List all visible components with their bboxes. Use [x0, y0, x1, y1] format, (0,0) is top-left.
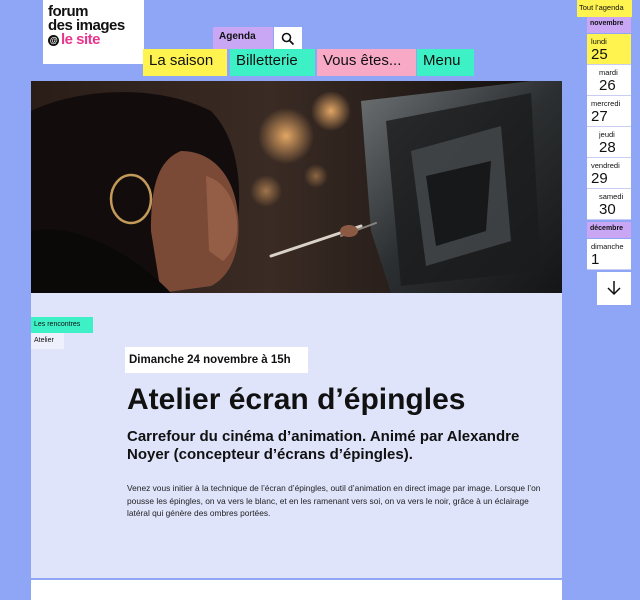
day-lundi-25[interactable]: lundi 25	[587, 34, 631, 65]
search-button[interactable]	[274, 27, 302, 49]
day-mardi-26[interactable]: mardi 26	[587, 65, 631, 96]
day-name: jeudi	[599, 130, 615, 139]
day-name: mardi	[599, 68, 618, 77]
site-logo[interactable]: forum des images @ le site	[43, 0, 144, 64]
day-number: 29	[591, 170, 608, 187]
day-name: lundi	[591, 37, 607, 46]
event-content: Les rencontres Atelier Dimanche 24 novem…	[31, 293, 562, 578]
nav-menu[interactable]: Menu	[417, 49, 474, 76]
day-number: 1	[591, 251, 600, 268]
agenda-button[interactable]: Agenda	[213, 27, 273, 49]
day-number: 27	[591, 108, 608, 125]
day-name: dimanche	[591, 242, 624, 251]
logo-line-3: @ le site	[48, 31, 144, 48]
event-date: Dimanche 24 novembre à 15h	[125, 347, 308, 373]
nav-billetterie[interactable]: Billetterie	[230, 49, 315, 76]
next-section	[31, 580, 562, 600]
day-number: 30	[599, 201, 616, 218]
month-december: décembre	[587, 222, 631, 238]
day-number: 28	[599, 139, 616, 156]
agenda-all-link[interactable]: Tout l’agenda	[577, 0, 632, 17]
logo-line-3-text: le site	[61, 31, 101, 48]
tag-les-rencontres[interactable]: Les rencontres	[31, 317, 93, 333]
tag-atelier[interactable]: Atelier	[31, 333, 64, 349]
day-number: 25	[591, 46, 608, 63]
arrow-down-icon	[607, 281, 621, 296]
event-title: Atelier écran d’épingles	[127, 383, 466, 416]
day-samedi-30[interactable]: samedi 30	[587, 189, 631, 220]
day-dimanche-1[interactable]: dimanche 1	[587, 239, 631, 270]
search-icon	[281, 32, 295, 46]
agenda-sidebar: Tout l’agenda novembre lundi 25 mardi 26…	[577, 0, 640, 600]
nav-vous-etes[interactable]: Vous êtes...	[317, 49, 416, 76]
logo-at-icon: @	[48, 35, 59, 46]
event-hero-image	[31, 81, 562, 293]
day-mercredi-27[interactable]: mercredi 27	[587, 96, 631, 127]
day-name: mercredi	[591, 99, 621, 108]
day-jeudi-28[interactable]: jeudi 28	[587, 127, 631, 158]
day-number: 26	[599, 77, 616, 94]
day-name: vendredi	[591, 161, 620, 170]
day-name: samedi	[599, 192, 624, 201]
nav-la-saison[interactable]: La saison	[143, 49, 227, 76]
hero-illustration	[31, 81, 562, 293]
day-vendredi-29[interactable]: vendredi 29	[587, 158, 631, 189]
month-november: novembre	[587, 17, 631, 33]
event-description: Venez vous initier à la technique de l’é…	[127, 483, 541, 518]
agenda-scroll-down-button[interactable]	[597, 272, 631, 305]
event-subtitle: Carrefour du cinéma d’animation. Animé p…	[127, 428, 520, 463]
